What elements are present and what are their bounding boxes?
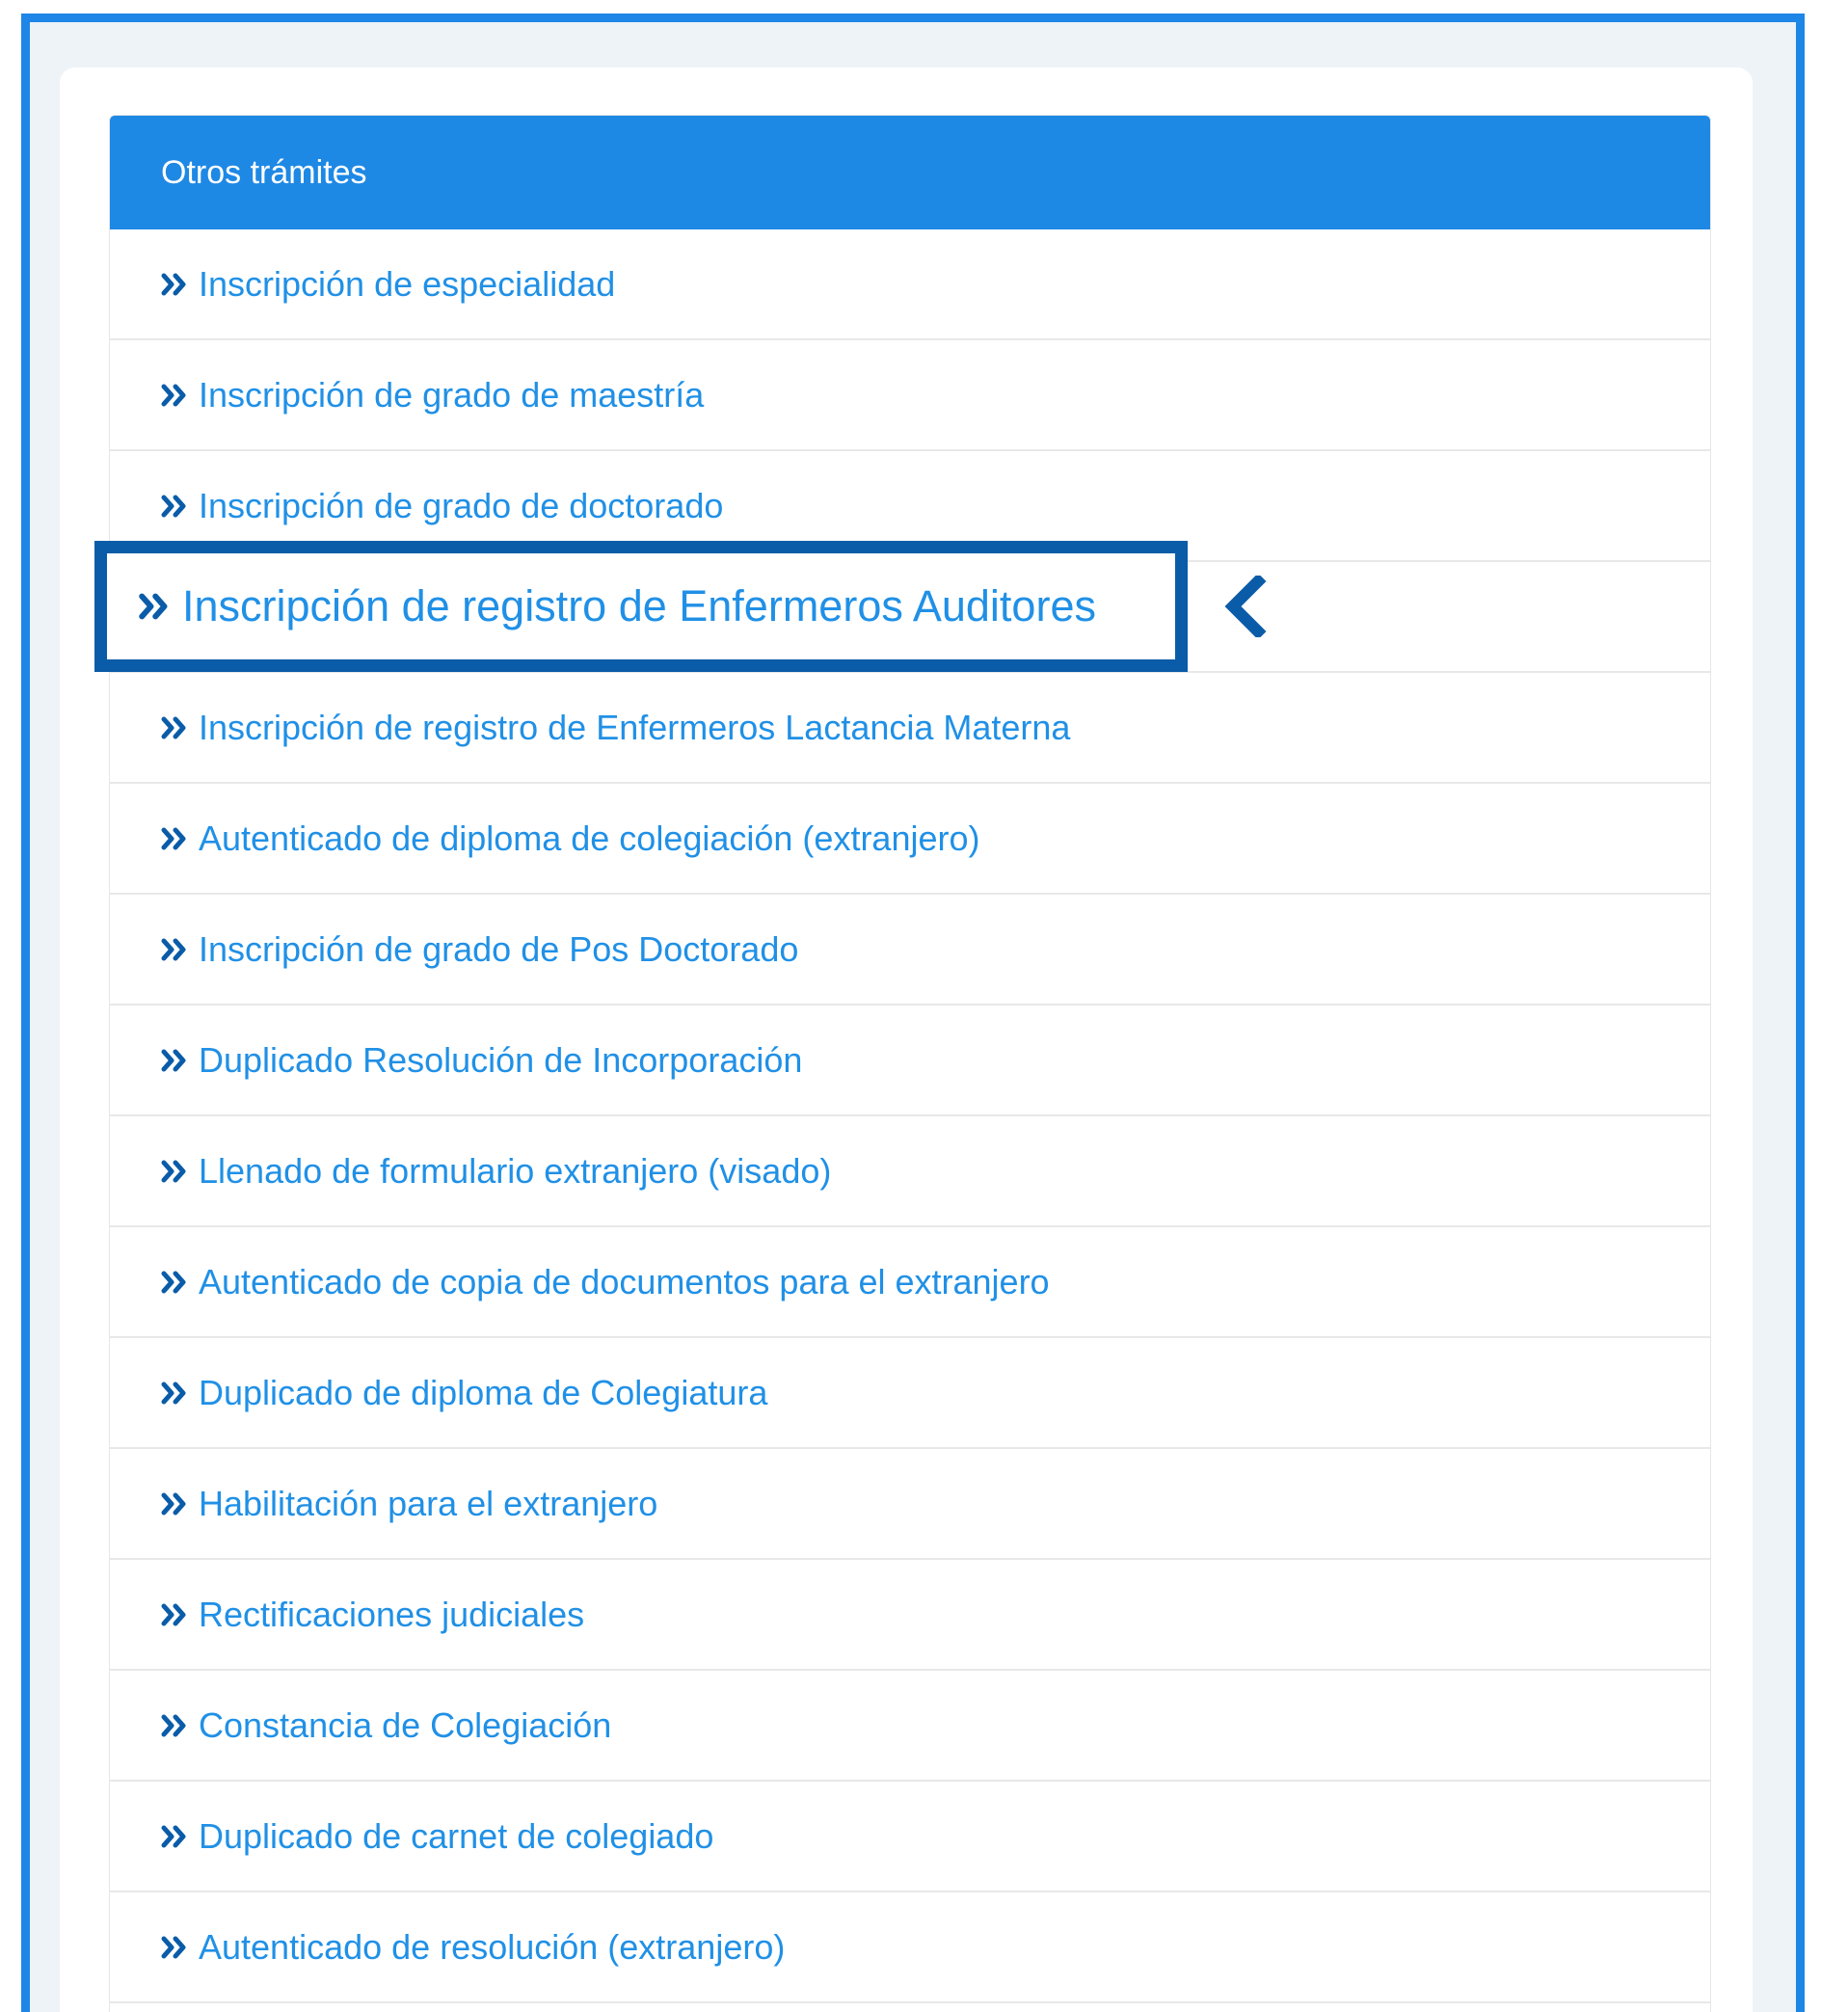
tramite-link[interactable]: Duplicado de carnet de colegiado	[110, 1782, 1710, 1892]
double-chevron-right-icon	[161, 1825, 188, 1848]
tramite-link[interactable]: Inscripción de grado de Pos Doctorado	[110, 895, 1710, 1006]
tramite-link[interactable]: Autenticado de copia de documentos para …	[110, 1227, 1710, 1338]
tramite-link-label: Duplicado Resolución de Incorporación	[199, 1039, 803, 1080]
tramite-link[interactable]: Rectificaciones judiciales	[110, 1560, 1710, 1671]
tramite-link-label: Inscripción de grado de maestría	[199, 374, 705, 415]
tramite-link[interactable]: Inscripción de grado de maestría	[110, 340, 1710, 451]
double-chevron-right-icon	[161, 1603, 188, 1626]
chevron-left-icon	[1224, 576, 1267, 637]
tramite-link[interactable]: Autenticado de diploma de colegiación (e…	[110, 784, 1710, 895]
double-chevron-right-icon	[161, 1492, 188, 1516]
tramite-link-label: Duplicado de carnet de colegiado	[199, 1815, 714, 1856]
double-chevron-right-icon	[161, 1382, 188, 1405]
double-chevron-right-icon	[161, 273, 188, 296]
tramite-link-label: Inscripción de grado de doctorado	[199, 485, 724, 525]
tramite-link-label: Llenado de formulario extranjero (visado…	[199, 1150, 832, 1191]
double-chevron-right-icon	[161, 1160, 188, 1183]
tramite-link-label: Inscripción de grado de Pos Doctorado	[199, 928, 799, 969]
highlighted-item-callout[interactable]: Inscripción de registro de Enfermeros Au…	[94, 541, 1188, 672]
double-chevron-right-icon	[161, 938, 188, 961]
tramite-link-label: Constancia de Colegiación	[199, 1704, 612, 1745]
tramite-link[interactable]: Constancia de Colegiación	[110, 1671, 1710, 1782]
double-chevron-right-icon	[161, 1271, 188, 1294]
tramite-link-label: Rectificaciones judiciales	[199, 1594, 585, 1634]
otros-tramites-panel: Otros trámites Inscripción de especialid…	[109, 115, 1711, 2012]
double-chevron-right-icon	[138, 593, 171, 620]
tramite-link-label: Autenticado de copia de documentos para …	[199, 1261, 1050, 1301]
highlighted-item-label: Inscripción de registro de Enfermeros Au…	[182, 581, 1096, 630]
double-chevron-right-icon	[161, 1714, 188, 1737]
tramite-link-label: Autenticado de resolución (extranjero)	[199, 1926, 786, 1967]
double-chevron-right-icon	[161, 495, 188, 518]
tramite-link-label: Duplicado de diploma de Colegiatura	[199, 1372, 768, 1412]
tramite-link[interactable]: Inscripción de especialidad	[110, 229, 1710, 340]
tramite-link[interactable]: Duplicado de diploma de Colegiatura	[110, 1338, 1710, 1449]
double-chevron-right-icon	[161, 1936, 188, 1959]
tramite-link[interactable]: Habilitación para el extranjero	[110, 1449, 1710, 1560]
double-chevron-right-icon	[161, 827, 188, 850]
content-card: Otros trámites Inscripción de especialid…	[60, 67, 1753, 2012]
tramite-link[interactable]: Inscripción de registro de Enfermeros La…	[110, 673, 1710, 784]
tramites-list: Inscripción de especialidad Inscripción d…	[110, 229, 1710, 2003]
tramite-link[interactable]: Llenado de formulario extranjero (visado…	[110, 1116, 1710, 1227]
tramite-link[interactable]: Autenticado de resolución (extranjero)	[110, 1892, 1710, 2003]
tramite-link-label: Habilitación para el extranjero	[199, 1483, 658, 1523]
tramite-link-label: Autenticado de diploma de colegiación (e…	[199, 818, 980, 858]
panel-title: Otros trámites	[110, 116, 1710, 229]
double-chevron-right-icon	[161, 384, 188, 407]
double-chevron-right-icon	[161, 716, 188, 739]
screenshot-frame: Otros trámites Inscripción de especialid…	[21, 13, 1805, 2012]
tramite-link-label: Inscripción de especialidad	[199, 263, 616, 304]
tramite-link-label: Inscripción de registro de Enfermeros La…	[199, 707, 1071, 747]
double-chevron-right-icon	[161, 1049, 188, 1072]
tramite-link[interactable]: Duplicado Resolución de Incorporación	[110, 1006, 1710, 1116]
